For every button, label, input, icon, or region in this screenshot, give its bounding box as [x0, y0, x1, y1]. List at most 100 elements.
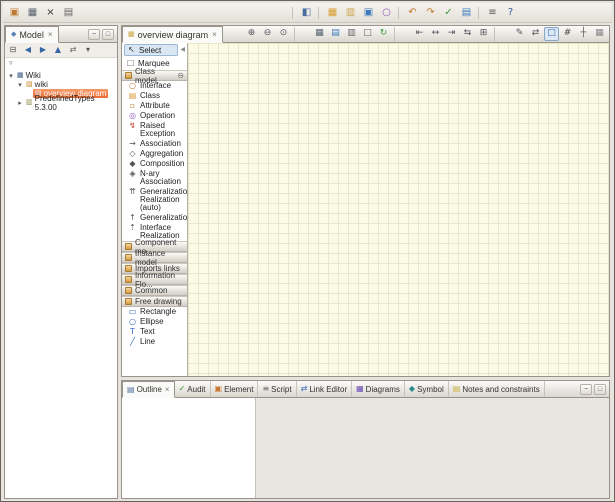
redo-button[interactable]: ↷: [422, 5, 439, 21]
print-button[interactable]: ▤: [60, 5, 77, 21]
tab-diagrams[interactable]: ▦ Diagrams: [352, 381, 405, 397]
show-page-breaks-button[interactable]: ▦: [592, 27, 607, 41]
save-button[interactable]: ▦: [24, 5, 41, 21]
match-size-button[interactable]: ⊞: [476, 27, 491, 41]
align-left-button[interactable]: ⇤: [412, 27, 427, 41]
create-use-case-button[interactable]: ○: [378, 5, 395, 21]
align-right-button[interactable]: ⇥: [444, 27, 459, 41]
tab-overview-diagram[interactable]: ▦ overview diagram ×: [122, 26, 223, 43]
create-class-button[interactable]: ▣: [360, 5, 377, 21]
show-grid-button[interactable]: #: [560, 27, 575, 41]
help-button[interactable]: ?: [502, 5, 519, 21]
palette-item-generalization-realization-auto[interactable]: ⇈ Generalizatio... Realization (auto): [122, 187, 187, 213]
create-package-button[interactable]: ▥: [342, 5, 359, 21]
palette-item-nary-association[interactable]: ◈ N-ary Association: [122, 169, 187, 187]
zoom-in-button[interactable]: ⊕: [244, 27, 259, 41]
close-model-tab-button[interactable]: ×: [48, 30, 53, 39]
maximize-panel-button[interactable]: □: [594, 384, 606, 395]
palette-item-rectangle[interactable]: ▭ Rectangle: [122, 307, 187, 317]
bottom-panel-empty-area: [256, 398, 609, 498]
palette-tool-select[interactable]: ↖ Select: [124, 44, 178, 56]
palette-item-class[interactable]: ▤ Class: [122, 91, 187, 101]
maximize-panel-button[interactable]: □: [102, 29, 114, 40]
switch-perspective-button[interactable]: ◧: [298, 5, 315, 21]
toolbar-separator[interactable]: [394, 27, 409, 41]
collapse-all-button[interactable]: ⊟: [6, 44, 20, 57]
palette-tools: ↖ Select □ Marquee: [122, 44, 187, 69]
page-setup-button[interactable]: □: [360, 27, 375, 41]
refresh-button[interactable]: ↻: [376, 27, 391, 41]
tab-symbol[interactable]: ◆ Symbol: [405, 381, 449, 397]
tab-element[interactable]: ▣ Element: [211, 381, 259, 397]
edit-mode-button[interactable]: ✎: [512, 27, 527, 41]
palette-item-text[interactable]: T Text: [122, 327, 187, 337]
delete-button[interactable]: ×: [42, 5, 59, 21]
check-model-button[interactable]: ✓: [440, 5, 457, 21]
palette-item-icon: ◇: [128, 150, 137, 158]
tab-outline[interactable]: ▤ Outline ×: [122, 381, 175, 398]
toolbar-separator[interactable]: [294, 27, 309, 41]
collapse-drawer-icon[interactable]: ⊖: [177, 72, 184, 80]
close-tab-button[interactable]: ×: [165, 385, 170, 394]
palette-item-aggregation[interactable]: ◇ Aggregation: [122, 149, 187, 159]
palette-drawer-free-drawing[interactable]: Free drawing: [122, 296, 187, 307]
create-diagram-button[interactable]: ▦: [324, 5, 341, 21]
palette-item-generalization[interactable]: ↑ Generalization: [122, 213, 187, 223]
generate-report-button[interactable]: ▤: [458, 5, 475, 21]
toolbar-separator[interactable]: [318, 7, 321, 19]
close-editor-tab-button[interactable]: ×: [212, 30, 217, 39]
tab-link-editor[interactable]: ⇄ Link Editor: [297, 381, 353, 397]
palette-item-composition[interactable]: ◆ Composition: [122, 159, 187, 169]
tab-audit[interactable]: ✓ Audit: [175, 381, 211, 397]
diagram-palette: ◀ ↖ Select □ Marquee: [122, 43, 188, 376]
tree-expander-icon[interactable]: ▾: [16, 81, 24, 89]
tab-script[interactable]: ≡ Script: [258, 381, 296, 397]
palette-item-ellipse[interactable]: ○ Ellipse: [122, 317, 187, 327]
palette-item-association[interactable]: → Association: [122, 139, 187, 149]
outline-view-content[interactable]: [122, 398, 256, 498]
snap-to-grid-button[interactable]: ┼: [576, 27, 591, 41]
palette-item-attribute[interactable]: ▫ Attribute: [122, 101, 187, 111]
toolbar-separator[interactable]: [478, 7, 481, 19]
palette-drawer-class-model[interactable]: Class model ⊖: [122, 70, 187, 81]
show-links-button[interactable]: ⇄: [528, 27, 543, 41]
zoom-reset-button[interactable]: ⊙: [276, 27, 291, 41]
undo-button[interactable]: ↶: [404, 5, 421, 21]
zoom-out-button[interactable]: ⊖: [260, 27, 275, 41]
minimize-panel-button[interactable]: −: [580, 384, 592, 395]
up-button[interactable]: ▲: [51, 44, 65, 57]
export-image-button[interactable]: ▤: [328, 27, 343, 41]
bottom-tab-icon: ✓: [179, 385, 186, 393]
distribute-button[interactable]: ⇆: [460, 27, 475, 41]
selection-mode-button[interactable]: □: [544, 27, 559, 41]
collapse-palette-button[interactable]: ◀: [180, 47, 185, 53]
preferences-button[interactable]: ≡: [484, 5, 501, 21]
tab-model[interactable]: ◆ Model ×: [5, 26, 59, 43]
print-diagram-button[interactable]: ▥: [344, 27, 359, 41]
save-diagram-button[interactable]: ▦: [312, 27, 327, 41]
diagram-canvas[interactable]: [188, 43, 609, 376]
filter-chevron-icon[interactable]: ▿: [9, 60, 13, 67]
tree-item-wiki-project[interactable]: ▾ ▦ Wiki: [5, 71, 117, 80]
palette-item-interface[interactable]: ○ Interface: [122, 81, 187, 91]
toolbar-separator[interactable]: [494, 27, 509, 41]
tree-item-wiki-package[interactable]: ▾ ▧ wiki: [5, 80, 117, 89]
toolbar-separator[interactable]: [398, 7, 401, 19]
view-menu-button[interactable]: ▾: [81, 44, 95, 57]
palette-drawer-instance-model[interactable]: Instance model: [122, 252, 187, 263]
tree-expander-icon[interactable]: ▾: [7, 72, 15, 80]
tree-expander-icon[interactable]: ▸: [16, 99, 24, 107]
palette-item-raised-exception[interactable]: ↯ Raised Exception: [122, 121, 187, 139]
back-button[interactable]: ◀: [21, 44, 35, 57]
new-button[interactable]: ▣: [6, 5, 23, 21]
link-with-editor-button[interactable]: ⇄: [66, 44, 80, 57]
toolbar-separator[interactable]: [292, 7, 295, 19]
palette-item-operation[interactable]: ◎ Operation: [122, 111, 187, 121]
palette-item-line[interactable]: ╱ Line: [122, 337, 187, 347]
tab-notes-and-constraints[interactable]: ▤ Notes and constraints: [449, 381, 545, 397]
align-center-button[interactable]: ↔: [428, 27, 443, 41]
palette-drawer-information-flow[interactable]: Information Flo...: [122, 274, 187, 285]
minimize-panel-button[interactable]: −: [88, 29, 100, 40]
tree-item-predefined-types[interactable]: ▸ ▥ PredefinedTypes 5.3.00: [5, 98, 117, 107]
forward-button[interactable]: ▶: [36, 44, 50, 57]
